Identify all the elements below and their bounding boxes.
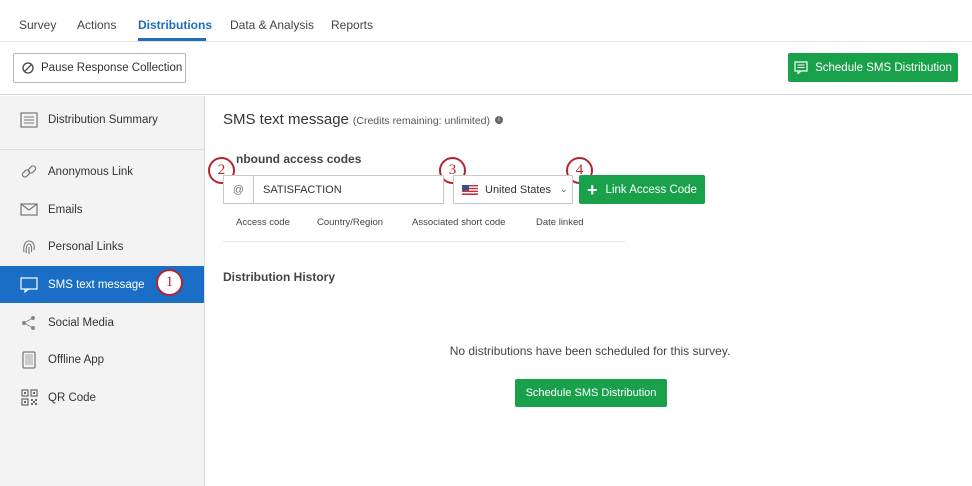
column-header-access-code: Access code (236, 217, 290, 228)
fingerprint-icon (18, 237, 40, 257)
toolbar: Pause Response Collection Schedule SMS D… (0, 42, 972, 95)
sidebar-item-label: Emails (48, 203, 83, 216)
summary-icon (18, 110, 40, 130)
sidebar-divider (0, 149, 204, 150)
sidebar-item-social-media[interactable]: Social Media (0, 304, 204, 341)
qr-code-icon (18, 388, 40, 408)
message-icon (794, 61, 808, 74)
top-nav: Survey Actions Distributions Data & Anal… (0, 0, 972, 42)
chevron-down-icon: ⌄ (560, 184, 568, 194)
country-select[interactable]: United States ⌄ (453, 175, 573, 204)
tab-data-analysis[interactable]: Data & Analysis (230, 18, 314, 32)
credits-text: (Credits remaining: unlimited) (352, 115, 491, 127)
sidebar-item-emails[interactable]: Emails (0, 191, 204, 228)
at-prefix: @ (223, 175, 253, 204)
plus-icon: + (587, 179, 598, 200)
info-icon[interactable]: i (495, 116, 504, 125)
column-header-date-linked: Date linked (536, 217, 584, 228)
schedule-top-label: Schedule SMS Distribution (815, 61, 952, 74)
link-icon (18, 162, 40, 182)
empty-state-message: No distributions have been scheduled for… (449, 344, 731, 358)
page-title: SMS text message (Credits remaining: unli… (223, 111, 504, 128)
sidebar-item-anonymous-link[interactable]: Anonymous Link (0, 153, 204, 190)
distribution-history-heading: Distribution History (223, 270, 336, 284)
share-icon (18, 313, 40, 333)
schedule-sms-distribution-button[interactable]: Schedule SMS Distribution (788, 53, 958, 82)
us-flag-icon (462, 184, 478, 195)
sidebar-item-label: Distribution Summary (48, 113, 158, 126)
tab-actions[interactable]: Actions (77, 18, 116, 32)
sidebar-item-distribution-summary[interactable]: Distribution Summary (0, 101, 204, 138)
chat-icon (18, 275, 40, 295)
sidebar-item-label: QR Code (48, 391, 96, 404)
inbound-access-codes-heading: nbound access codes (236, 152, 362, 166)
access-code-input[interactable]: SATISFACTION (253, 175, 444, 204)
active-tab-indicator (138, 38, 206, 41)
sidebar-item-personal-links[interactable]: Personal Links (0, 228, 204, 265)
sidebar-item-label: Anonymous Link (48, 165, 134, 178)
tab-reports[interactable]: Reports (331, 18, 373, 32)
tab-survey[interactable]: Survey (19, 18, 56, 32)
column-header-associated-short-code: Associated short code (412, 217, 506, 228)
sidebar-item-offline-app[interactable]: Offline App (0, 341, 204, 378)
pause-icon (22, 62, 34, 74)
table-divider (223, 241, 625, 242)
link-access-code-label: Link Access Code (605, 183, 697, 196)
page-title-text: SMS text message (223, 111, 349, 128)
pause-response-collection-button[interactable]: Pause Response Collection (13, 53, 186, 83)
envelope-icon (18, 200, 40, 220)
sidebar-item-label: Offline App (48, 353, 105, 366)
sidebar-item-qr-code[interactable]: QR Code (0, 379, 204, 416)
pause-button-label: Pause Response Collection (41, 62, 183, 74)
sidebar-item-label: SMS text message (48, 278, 145, 291)
sidebar-item-label: Personal Links (48, 240, 124, 253)
country-select-value: United States (485, 183, 552, 196)
callout-marker-1: 1 (156, 269, 183, 296)
schedule-sms-distribution-main-button[interactable]: Schedule SMS Distribution (515, 379, 667, 407)
sidebar-item-label: Social Media (48, 316, 114, 329)
link-access-code-button[interactable]: + Link Access Code (579, 175, 705, 204)
tab-distributions[interactable]: Distributions (138, 18, 212, 32)
column-header-country-region: Country/Region (317, 217, 384, 228)
tablet-icon (18, 350, 40, 370)
